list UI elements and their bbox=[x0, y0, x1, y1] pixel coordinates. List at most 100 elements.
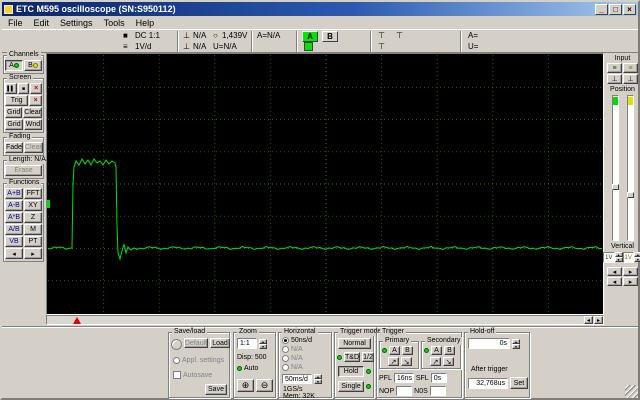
trigger-position-marker[interactable] bbox=[73, 317, 81, 324]
menu-help[interactable]: Help bbox=[136, 18, 155, 28]
scroll-left-button[interactable]: ◂ bbox=[584, 316, 593, 324]
menu-file[interactable]: File bbox=[8, 18, 23, 28]
fn-left-arrow-button[interactable]: ◂ bbox=[5, 248, 23, 259]
autosave-checkbox[interactable] bbox=[173, 371, 181, 379]
grid-toggle-button[interactable]: Grid bbox=[5, 119, 23, 130]
clear-button[interactable]: Clear bbox=[23, 107, 42, 118]
horizontal-option-3-radio[interactable] bbox=[282, 355, 289, 362]
channel-b-toggle[interactable]: B bbox=[322, 31, 338, 42]
position-slider-a[interactable] bbox=[612, 95, 619, 241]
input-b-ground-button[interactable]: ⊥ bbox=[623, 74, 638, 84]
trig-button[interactable]: Trig bbox=[5, 95, 28, 106]
input-a-ground-button[interactable]: ⊥ bbox=[607, 74, 622, 84]
timebase-down-button[interactable]: ▾ bbox=[314, 379, 322, 384]
primary-a-button[interactable]: A bbox=[389, 346, 400, 355]
channel-a-active-indicator[interactable] bbox=[304, 42, 313, 51]
trigger2-readout: N/A bbox=[193, 42, 206, 52]
adjust-left-b-button[interactable]: ◂ bbox=[607, 277, 622, 286]
single-button[interactable]: Single bbox=[338, 381, 364, 392]
appl-settings-radio[interactable] bbox=[173, 357, 180, 364]
zoom-ratio-down-button[interactable]: ▾ bbox=[259, 344, 267, 349]
fn-a-plus-b-button[interactable]: A+B bbox=[5, 188, 23, 199]
fn-a-minus-b-button[interactable]: A-B bbox=[5, 200, 23, 211]
set-button[interactable]: Set bbox=[510, 377, 528, 389]
adjust-left-a-button[interactable]: ◂ bbox=[607, 267, 622, 276]
fn-pt-button[interactable]: PT bbox=[24, 236, 42, 247]
trigger-tee-icon-2[interactable]: ⊤ bbox=[396, 31, 403, 41]
position-slider-b-handle[interactable] bbox=[627, 192, 634, 198]
menu-edit[interactable]: Edit bbox=[34, 18, 50, 28]
position-slider-b[interactable] bbox=[627, 95, 634, 241]
secondary-slope-down-button[interactable]: ↘ bbox=[443, 357, 454, 366]
zoom-in-button[interactable]: ⊕ bbox=[237, 379, 254, 392]
scroll-right-button[interactable]: ▸ bbox=[594, 316, 603, 324]
horizontal-option-4-label[interactable]: N/A bbox=[291, 364, 303, 371]
adjust-right-a-button[interactable]: ▸ bbox=[623, 267, 638, 276]
hold-button[interactable]: Hold bbox=[338, 366, 364, 377]
secondary-a-button[interactable]: A bbox=[431, 346, 442, 355]
primary-slope-up-button[interactable]: ↗ bbox=[388, 357, 399, 366]
menu-tools[interactable]: Tools bbox=[104, 18, 125, 28]
fade-button[interactable]: Fade bbox=[5, 142, 23, 153]
fn-z-button[interactable]: Z bbox=[24, 212, 42, 223]
trigger-tee-icon[interactable]: ⊤ bbox=[378, 31, 385, 41]
close-button[interactable]: × bbox=[623, 4, 636, 15]
fn-m-button[interactable]: M bbox=[24, 224, 42, 235]
trig-clear-button[interactable]: × bbox=[29, 95, 42, 106]
channel-b-clip-indicator bbox=[628, 97, 633, 105]
fn-right-arrow-button[interactable]: ▸ bbox=[24, 248, 42, 259]
minimize-button[interactable]: _ bbox=[595, 4, 608, 15]
adjust-right-b-button[interactable]: ▸ bbox=[623, 277, 638, 286]
hold-off-down-button[interactable]: ▾ bbox=[512, 344, 520, 349]
fade-clear-button[interactable]: Clear bbox=[24, 142, 43, 153]
maximize-button[interactable]: □ bbox=[609, 4, 622, 15]
erase-button[interactable]: Erase bbox=[5, 165, 42, 176]
sidebar-channel-b-button[interactable]: B bbox=[24, 60, 42, 71]
horizontal-option-3-label[interactable]: N/A bbox=[291, 355, 303, 362]
save-settings-button[interactable]: Save bbox=[205, 384, 227, 395]
menu-settings[interactable]: Settings bbox=[60, 18, 93, 28]
horizontal-option-1-label[interactable]: 50ns/d bbox=[291, 337, 312, 344]
default-settings-button[interactable]: Default bbox=[184, 338, 208, 348]
horizontal-option-1-radio[interactable] bbox=[282, 337, 289, 344]
fn-vb-button[interactable]: VB bbox=[5, 236, 23, 247]
horizontal-scrollbar[interactable]: ◂ ▸ bbox=[46, 315, 604, 325]
resize-grip[interactable] bbox=[625, 385, 638, 398]
fn-a-times-b-button[interactable]: A*B bbox=[5, 212, 23, 223]
secondary-slope-up-button[interactable]: ↗ bbox=[430, 357, 441, 366]
fn-fft-button[interactable]: FFT bbox=[24, 188, 42, 199]
zoom-auto-label[interactable]: Auto bbox=[244, 365, 258, 372]
fn-a-div-b-button[interactable]: A/B bbox=[5, 224, 23, 235]
channel-b-volts-down-button[interactable]: ▾ bbox=[634, 257, 640, 262]
input-b-coupling-button[interactable]: ≡ bbox=[623, 63, 638, 73]
clear-screen-button[interactable]: × bbox=[30, 83, 42, 94]
load-settings-button[interactable]: Load bbox=[210, 338, 230, 348]
channel-a-position-marker[interactable] bbox=[47, 200, 50, 208]
primary-b-button[interactable]: B bbox=[402, 346, 413, 355]
horizontal-option-2-radio[interactable] bbox=[282, 346, 289, 353]
half-button[interactable]: 1/2 bbox=[362, 352, 374, 362]
channels-group: Channels A B bbox=[3, 55, 44, 74]
trigger-tee-icon-3[interactable]: ⊤ bbox=[378, 42, 385, 52]
channel-a-toggle[interactable]: A bbox=[302, 31, 318, 42]
primary-slope-down-button[interactable]: ↘ bbox=[401, 357, 412, 366]
sidebar-channel-a-button[interactable]: A bbox=[5, 60, 23, 71]
grid-button[interactable]: Grid bbox=[5, 107, 22, 118]
position-slider-a-handle[interactable] bbox=[612, 184, 619, 190]
horizontal-option-4-radio[interactable] bbox=[282, 364, 289, 371]
horizontal-option-2-label[interactable]: N/A bbox=[291, 346, 303, 353]
fn-xy-button[interactable]: XY bbox=[24, 200, 42, 211]
input-a-coupling-button[interactable]: ≡ bbox=[607, 63, 622, 73]
pause-button[interactable]: ▌▌ bbox=[5, 83, 17, 94]
channel-a-volts-down-button[interactable]: ▾ bbox=[615, 257, 623, 262]
scope-display[interactable] bbox=[46, 53, 604, 315]
stop-button[interactable]: ■ bbox=[18, 83, 30, 94]
hold-off-group: Hold-off 0s ▴ ▾ After trigger 32,768us S… bbox=[464, 332, 530, 398]
secondary-b-button[interactable]: B bbox=[444, 346, 455, 355]
td-button[interactable]: T&D bbox=[344, 352, 360, 362]
channels-label: Channels bbox=[7, 51, 41, 59]
wnd-button[interactable]: Wnd bbox=[24, 119, 42, 130]
zoom-out-button[interactable]: ⊖ bbox=[256, 379, 273, 392]
settings-knob[interactable] bbox=[171, 339, 182, 350]
trigger-normal-button[interactable]: Normal bbox=[338, 338, 371, 349]
